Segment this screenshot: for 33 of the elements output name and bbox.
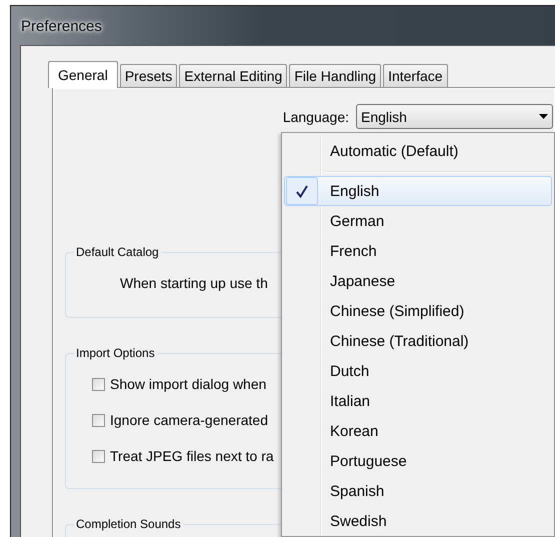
menu-item[interactable]: Chinese (Simplified): [284, 296, 552, 326]
menu-item[interactable]: Korean: [284, 416, 552, 446]
tab[interactable]: Presets: [120, 64, 178, 87]
menu-item[interactable]: German: [284, 206, 552, 236]
language-dropdown[interactable]: English: [356, 104, 553, 129]
menu-item[interactable]: Dutch: [284, 356, 552, 386]
checkbox[interactable]: [92, 378, 105, 390]
menu-item[interactable]: French: [284, 236, 552, 266]
caret-icon: [539, 114, 548, 119]
group-title: Import Options: [75, 346, 156, 360]
checkbox-label: Show import dialog when: [110, 376, 266, 392]
menu-item[interactable]: Automatic (Default): [284, 136, 552, 166]
checkmark-icon: [296, 184, 308, 198]
menu-item[interactable]: Italian: [284, 386, 552, 416]
language-label: Language:: [282, 108, 349, 124]
tab[interactable]: Interface: [383, 64, 448, 87]
group-title: Default Catalog: [75, 245, 160, 259]
checkbox[interactable]: [92, 450, 105, 462]
menu-item[interactable]: Swedish: [284, 506, 552, 536]
checkbox-label: Ignore camera-generated: [110, 412, 268, 428]
menu-item[interactable]: Chinese (Traditional): [284, 326, 552, 356]
checkbox[interactable]: [92, 414, 105, 426]
menu-item[interactable]: Japanese: [284, 266, 552, 296]
menu-item[interactable]: Spanish: [284, 476, 552, 506]
tab[interactable]: General: [48, 61, 118, 88]
catalog-text: When starting up use th: [120, 275, 268, 291]
tab[interactable]: External Editing: [179, 64, 288, 87]
menu-item[interactable]: English: [284, 176, 552, 206]
checkbox-label: Treat JPEG files next to ra: [110, 448, 274, 464]
tab[interactable]: File Handling: [289, 64, 382, 87]
group-title: Completion Sounds: [75, 517, 182, 531]
menu-item[interactable]: Portuguese: [284, 446, 552, 476]
window-title: Preferences: [20, 17, 103, 37]
